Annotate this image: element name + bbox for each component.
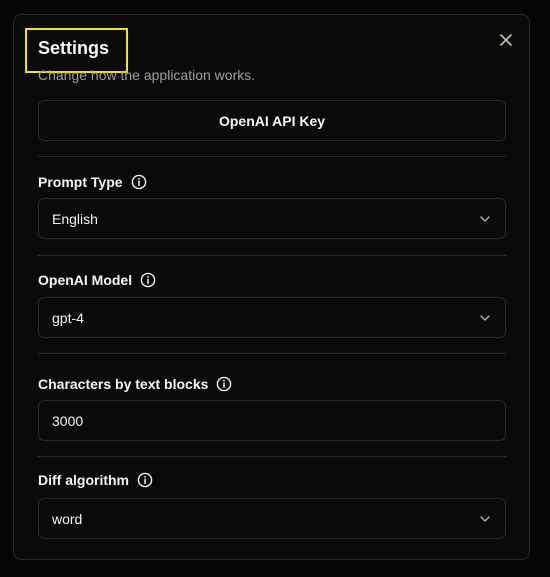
prompt-type-label-row: Prompt Type	[38, 174, 147, 190]
prompt-type-label: Prompt Type	[38, 174, 123, 190]
info-icon[interactable]	[131, 174, 147, 190]
diff-algorithm-label: Diff algorithm	[38, 472, 129, 488]
divider	[38, 353, 506, 354]
openai-model-value: gpt-4	[52, 309, 84, 326]
close-button[interactable]	[496, 30, 516, 50]
openai-api-key-button[interactable]: OpenAI API Key	[38, 100, 506, 141]
chevron-down-icon	[478, 512, 492, 526]
diff-algorithm-select[interactable]: word	[38, 498, 506, 539]
prompt-type-select[interactable]: English	[38, 198, 506, 239]
close-icon	[499, 33, 513, 47]
info-icon[interactable]	[140, 272, 156, 288]
divider	[38, 156, 506, 157]
dialog-title: Settings	[38, 38, 110, 58]
characters-by-text-blocks-input[interactable]	[38, 400, 506, 441]
characters-label-row: Characters by text blocks	[38, 376, 232, 392]
divider	[38, 456, 506, 457]
info-icon[interactable]	[137, 472, 153, 488]
chevron-down-icon	[478, 212, 492, 226]
openai-model-label-row: OpenAI Model	[38, 272, 156, 288]
dialog-subtitle: Change how the application works.	[38, 67, 256, 83]
openai-model-select[interactable]: gpt-4	[38, 297, 506, 338]
diff-algorithm-value: word	[52, 510, 83, 527]
prompt-type-value: English	[52, 210, 98, 227]
chevron-down-icon	[478, 311, 492, 325]
characters-by-text-blocks-label: Characters by text blocks	[38, 376, 209, 392]
settings-dialog: Settings Change how the application work…	[13, 14, 530, 560]
diff-algorithm-label-row: Diff algorithm	[38, 472, 153, 488]
info-icon[interactable]	[216, 376, 232, 392]
divider	[38, 255, 506, 256]
openai-model-label: OpenAI Model	[38, 272, 133, 288]
